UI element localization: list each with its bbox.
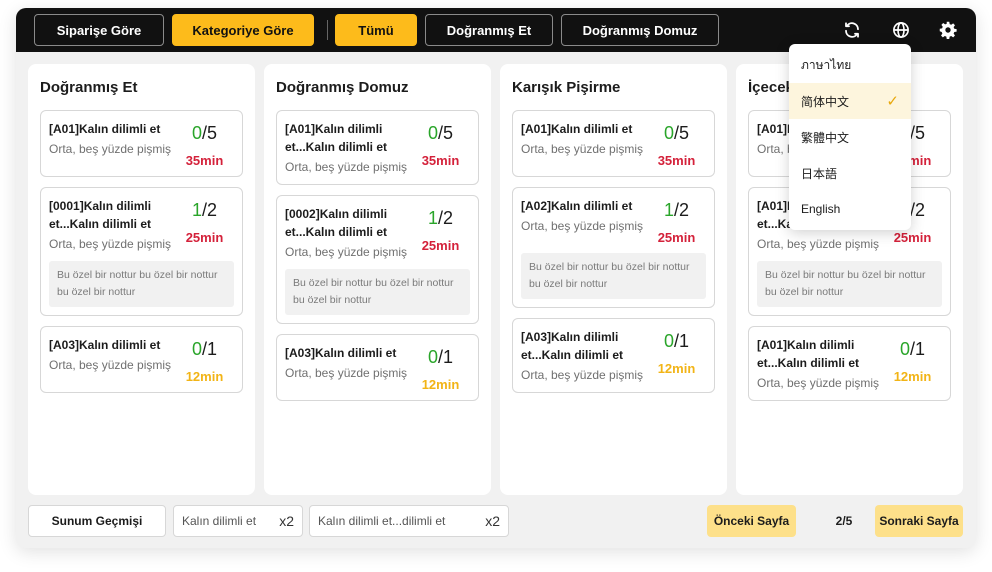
elapsed-time: 35min	[657, 153, 696, 168]
filter-all[interactable]: Tümü	[335, 14, 417, 46]
gear-icon[interactable]	[938, 20, 958, 40]
filter-chopped-meat[interactable]: Doğranmış Et	[425, 14, 553, 46]
elapsed-time: 25min	[893, 230, 932, 245]
column-title: Karışık Pişirme	[512, 79, 621, 96]
quantity-progress: 0/1	[427, 347, 453, 367]
quantity-progress: 0/1	[663, 331, 689, 351]
elapsed-time: 25min	[657, 230, 696, 245]
item-title: [A03]Kalın dilimli et...Kalın dilimli et	[521, 330, 624, 362]
chip-count: x2	[485, 513, 500, 529]
language-option-english[interactable]: English	[789, 191, 911, 227]
order-card[interactable]: [A01]Kalın dilimli et...Kalın dilimli et…	[748, 326, 951, 401]
quantity-progress: 0/5	[191, 123, 217, 143]
language-option-simplified-chinese[interactable]: 简体中文 ✓	[789, 83, 911, 119]
order-card[interactable]: [0002]Kalın dilimli et...Kalın dilimli e…	[276, 195, 479, 324]
kitchen-display-window: Siparişe Göre Kategoriye Göre Tümü Doğra…	[16, 8, 976, 548]
item-modifier: Orta, beş yüzde pişmiş	[757, 237, 880, 251]
category-column-chopped-meat: Doğranmış Et [A01]Kalın dilimli et Orta,…	[28, 64, 255, 495]
elapsed-time: 12min	[185, 369, 224, 384]
item-modifier: Orta, beş yüzde pişmiş	[757, 376, 880, 390]
globe-icon[interactable]	[891, 20, 911, 40]
item-modifier: Orta, beş yüzde pişmiş	[521, 142, 644, 156]
item-modifier: Orta, beş yüzde pişmiş	[521, 368, 644, 382]
previous-page-button[interactable]: Önceki Sayfa	[707, 505, 796, 537]
item-title: [A03]Kalın dilimli et	[49, 338, 161, 352]
order-card[interactable]: [A01]Kalın dilimli et...Kalın dilimli et…	[276, 110, 479, 185]
language-option-thai[interactable]: ภาษาไทย	[789, 47, 911, 83]
summary-chip[interactable]: Kalın dilimli et x2	[173, 505, 303, 537]
refresh-icon[interactable]	[842, 20, 862, 40]
quantity-progress: 0/1	[899, 339, 925, 359]
quantity-progress: 1/2	[191, 200, 217, 220]
item-modifier: Orta, beş yüzde pişmiş	[285, 245, 408, 259]
bottom-bar: Sunum Geçmişi Kalın dilimli et x2 Kalın …	[16, 505, 976, 548]
chip-count: x2	[279, 513, 294, 529]
quantity-progress: 1/2	[663, 200, 689, 220]
item-modifier: Orta, beş yüzde pişmiş	[49, 237, 172, 251]
item-title: [A01]Kalın dilimli et...Kalın dilimli et	[285, 122, 388, 154]
elapsed-time: 12min	[657, 361, 696, 376]
order-card[interactable]: [A01]Kalın dilimli et Orta, beş yüzde pi…	[40, 110, 243, 177]
item-title: [0001]Kalın dilimli et...Kalın dilimli e…	[49, 199, 152, 231]
tab-by-order[interactable]: Siparişe Göre	[34, 14, 164, 46]
elapsed-time: 35min	[185, 153, 224, 168]
special-note: Bu özel bir nottur bu özel bir nottur bu…	[285, 269, 470, 315]
item-title: [A03]Kalın dilimli et	[285, 346, 397, 360]
filter-chopped-pork[interactable]: Doğranmış Domuz	[561, 14, 719, 46]
category-column-chopped-pork: Doğranmış Domuz [A01]Kalın dilimli et...…	[264, 64, 491, 495]
language-option-japanese[interactable]: 日本語	[789, 155, 911, 191]
serving-history-button[interactable]: Sunum Geçmişi	[28, 505, 166, 537]
item-modifier: Orta, beş yüzde pişmiş	[49, 358, 172, 372]
item-modifier: Orta, beş yüzde pişmiş	[285, 366, 408, 380]
item-title: [A01]Kalın dilimli et	[49, 122, 161, 136]
item-modifier: Orta, beş yüzde pişmiş	[49, 142, 172, 156]
check-icon: ✓	[886, 93, 899, 110]
quantity-progress: 0/1	[191, 339, 217, 359]
tab-by-category[interactable]: Kategoriye Göre	[172, 14, 314, 46]
page-indicator: 2/5	[835, 514, 853, 528]
elapsed-time: 25min	[421, 238, 460, 253]
item-title: [0002]Kalın dilimli et...Kalın dilimli e…	[285, 207, 388, 239]
chip-label: Kalın dilimli et	[182, 514, 257, 528]
order-card[interactable]: [0001]Kalın dilimli et...Kalın dilimli e…	[40, 187, 243, 316]
order-card[interactable]: [A03]Kalın dilimli et Orta, beş yüzde pi…	[276, 334, 479, 401]
language-menu: ภาษาไทย 简体中文 ✓ 繁體中文 日本語 English	[789, 44, 911, 230]
special-note: Bu özel bir nottur bu özel bir nottur bu…	[757, 261, 942, 307]
column-title: Doğranmış Domuz	[276, 79, 409, 96]
item-title: [A02]Kalın dilimli et	[521, 199, 633, 213]
elapsed-time: 12min	[893, 369, 932, 384]
special-note: Bu özel bir nottur bu özel bir nottur bu…	[49, 261, 234, 307]
order-card[interactable]: [A03]Kalın dilimli et...Kalın dilimli et…	[512, 318, 715, 393]
elapsed-time: 12min	[421, 377, 460, 392]
elapsed-time: 25min	[185, 230, 224, 245]
special-note: Bu özel bir nottur bu özel bir nottur bu…	[521, 253, 706, 299]
item-title: [A01]Kalın dilimli et	[521, 122, 633, 136]
quantity-progress: 1/2	[427, 208, 453, 228]
item-title: [A01]Kalın dilimli et...Kalın dilimli et	[757, 338, 860, 370]
quantity-progress: 0/5	[427, 123, 453, 143]
item-modifier: Orta, beş yüzde pişmiş	[285, 160, 408, 174]
category-column-mixed-cooking: Karışık Pişirme [A01]Kalın dilimli et Or…	[500, 64, 727, 495]
language-option-traditional-chinese[interactable]: 繁體中文	[789, 119, 911, 155]
next-page-button[interactable]: Sonraki Sayfa	[875, 505, 963, 537]
order-card[interactable]: [A02]Kalın dilimli et Orta, beş yüzde pi…	[512, 187, 715, 308]
order-card[interactable]: [A01]Kalın dilimli et Orta, beş yüzde pi…	[512, 110, 715, 177]
quantity-progress: 0/5	[663, 123, 689, 143]
item-modifier: Orta, beş yüzde pişmiş	[521, 219, 644, 233]
elapsed-time: 35min	[421, 153, 460, 168]
summary-chip[interactable]: Kalın dilimli et...dilimli et x2	[309, 505, 509, 537]
column-title: Doğranmış Et	[40, 79, 138, 96]
toolbar-divider	[327, 20, 328, 40]
order-card[interactable]: [A03]Kalın dilimli et Orta, beş yüzde pi…	[40, 326, 243, 393]
chip-label: Kalın dilimli et...dilimli et	[318, 514, 446, 528]
